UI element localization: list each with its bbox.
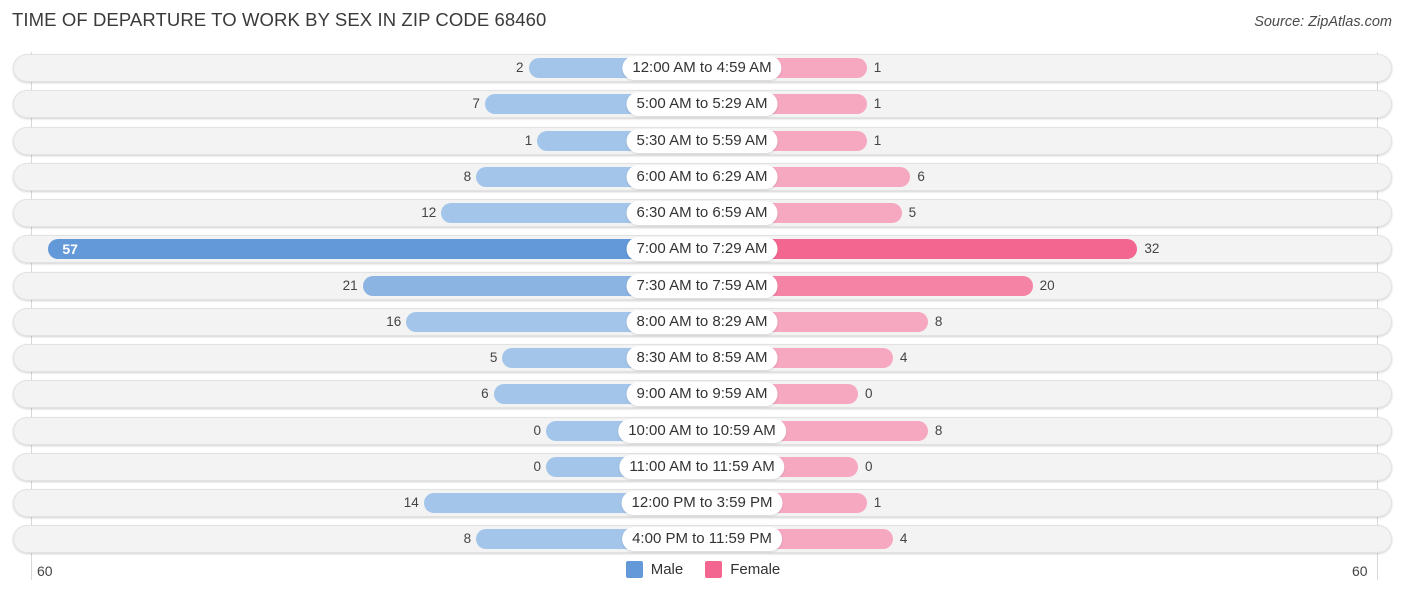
value-label-male: 5 [489,350,498,365]
bar-male[interactable] [48,239,702,260]
legend-item-male[interactable]: Male [625,561,684,578]
value-label-female: 1 [873,132,882,148]
legend-label-male: Male [650,561,684,578]
category-label: 8:30 AM to 8:59 AM [626,346,778,370]
value-label-male: 0 [533,422,541,438]
legend-swatch-male [625,561,643,578]
value-label-male: 57 [62,241,78,258]
value-label-female: 8 [934,422,943,438]
value-label-female: 6 [917,168,925,184]
chart-area: 2 1 12:00 AM to 4:59 AM 7 1 5:00 AM to 5:29 A… [0,0,1406,595]
value-label-female: 0 [865,458,873,474]
value-label-female: 1 [873,96,882,112]
value-label-male: 16 [386,313,402,329]
category-label: 10:00 AM to 10:59 AM [618,418,786,443]
category-label: 12:00 AM to 4:59 AM [622,56,782,80]
value-label-female: 32 [1144,241,1160,257]
category-label: 11:00 AM to 11:59 AM [619,454,785,479]
category-label: 6:00 AM to 6:29 AM [626,164,778,189]
value-label-female: 20 [1039,277,1055,293]
value-label-female: 5 [908,205,917,220]
legend: Male Female [0,561,1406,578]
category-label: 7:00 AM to 7:29 AM [626,237,778,262]
value-label-male: 1 [524,132,533,148]
value-label-male: 0 [533,458,541,474]
value-label-male: 12 [421,205,437,220]
value-label-female: 8 [934,313,943,329]
legend-swatch-female [705,561,723,578]
category-label: 4:00 PM to 11:59 PM [622,527,782,552]
value-label-female: 0 [865,386,873,402]
category-label: 5:00 AM to 5:29 AM [626,92,778,117]
value-label-male: 7 [472,96,480,112]
value-label-male: 14 [403,495,419,510]
category-label: 12:00 PM to 3:59 PM [621,491,783,515]
category-label: 8:00 AM to 8:29 AM [626,309,778,334]
value-label-female: 4 [899,350,908,365]
value-label-male: 8 [463,531,472,547]
value-label-male: 8 [463,168,472,184]
category-label: 7:30 AM to 7:59 AM [626,273,778,298]
legend-label-female: Female [730,561,781,578]
value-label-female: 1 [873,495,882,510]
value-label-male: 2 [516,60,524,75]
value-label-male: 6 [481,386,489,402]
category-label: 5:30 AM to 5:59 AM [626,128,778,153]
category-label: 6:30 AM to 6:59 AM [626,201,778,225]
category-label: 9:00 AM to 9:59 AM [626,382,778,407]
legend-item-female[interactable]: Female [705,561,780,578]
value-label-female: 4 [899,531,908,547]
value-label-female: 1 [873,60,882,75]
value-label-male: 21 [342,277,358,293]
